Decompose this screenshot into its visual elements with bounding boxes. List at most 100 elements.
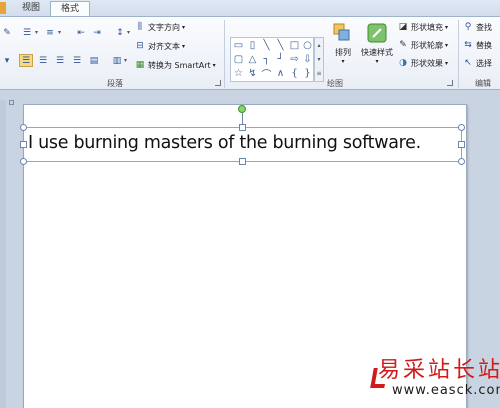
text-direction-label: 文字方向 [148,23,180,32]
align-text-icon: ⊟ [136,41,144,51]
shape-effects-button[interactable]: ◑ 形状效果 ▾ [397,57,448,70]
drawing-group-label: 绘图 [327,79,343,88]
select-label: 选择 [476,59,492,68]
align-text-label: 对齐文本 [148,42,180,51]
shape-outline-button[interactable]: ✎ 形状轮廓 ▾ [397,39,448,52]
watermark-brand: 易采站长站 [378,358,500,383]
convert-smartart-label: 转换为 SmartArt [148,61,211,70]
resize-handle-left[interactable] [20,141,27,148]
align-right-button[interactable]: ☰ [53,54,67,67]
shape-effects-icon: ◑ [399,58,407,68]
arrange-dropdown-icon: ▾ [341,58,345,65]
find-label: 查找 [476,23,492,32]
binoculars-icon: ⚲ [464,22,472,32]
quick-styles-button[interactable]: 快速样式 ▾ [359,23,395,65]
selected-textbox[interactable]: I use burning masters of the burning sof… [23,127,462,162]
numbering-button[interactable]: ≡ [43,26,57,39]
editing-group-label: 编辑 [475,79,491,88]
resize-handle-top-right[interactable] [458,124,465,131]
rounded-rectangle-shape-icon[interactable]: ▢ [232,53,245,66]
align-center-button[interactable]: ☰ [36,54,50,67]
resize-handle-right[interactable] [458,141,465,148]
vertical-textbox-shape-icon[interactable]: ▯ [246,39,259,52]
paragraph-left-edge-icon[interactable]: ▾ [0,54,14,67]
slide-panel-edge[interactable] [0,100,6,408]
shape-fill-dropdown-icon: ▾ [445,24,449,31]
line-shape-icon[interactable]: ╲ [260,39,273,52]
cursor-icon: ↖ [464,58,472,68]
shapes-gallery: ▭ ▯ ╲ ╲ □ ○ ▢ △ ┐ ┘ ⇨ ⇩ ☆ ↯ ⌒ ∧ { } [230,37,314,82]
text-direction-button[interactable]: ⫼ 文字方向 ▾ [134,21,185,34]
paragraph-group-label: 段落 [107,79,123,88]
oval-shape-icon[interactable]: ○ [301,39,314,52]
replace-button[interactable]: ⇆ 替换 [462,39,492,52]
pen-outline-icon: ✎ [399,40,407,50]
resize-handle-bottom-left[interactable] [20,158,27,165]
convert-smartart-dropdown-icon: ▾ [212,62,216,69]
bullets-dropdown-icon[interactable]: ▾ [35,29,38,36]
curve-shape-icon[interactable]: ⌒ [260,67,273,81]
convert-smartart-button[interactable]: ▦ 转换为 SmartArt ▾ [134,59,216,72]
arrange-icon [333,23,350,41]
arrow-line-shape-icon[interactable]: ╲ [274,39,287,52]
shapes-gallery-scroll[interactable]: ▴ ▾ ≡ [314,37,324,82]
find-button[interactable]: ⚲ 查找 [462,21,492,34]
panel-toggle-icon[interactable] [9,100,14,105]
text-direction-icon: ⫼ [137,22,143,32]
resize-handle-bottom-right[interactable] [458,158,465,165]
smartart-icon: ▦ [135,60,145,70]
down-arrow-shape-icon[interactable]: ⇩ [301,53,314,66]
textbox-shape-icon[interactable]: ▭ [232,39,245,52]
rotate-handle[interactable] [238,105,246,113]
chevron-up-icon[interactable]: ▴ [317,42,320,49]
tab-view[interactable]: 视图 [14,1,48,16]
resize-handle-bottom[interactable] [239,158,246,165]
ribbon-tab-bar: 视图 格式 [0,0,500,16]
line-spacing-button[interactable]: ↕ [113,26,127,39]
bullet-style-icon[interactable]: ✎ [0,26,14,39]
freeform-shape-icon[interactable]: ∧ [274,67,287,80]
align-text-dropdown-icon: ▾ [182,43,186,50]
lightning-shape-icon[interactable]: ↯ [246,67,259,80]
watermark-url: www.easck.com [392,383,500,398]
star-shape-icon[interactable]: ☆ [232,67,245,80]
align-left-button[interactable]: ☰ [19,54,33,67]
textbox-content[interactable]: I use burning masters of the burning sof… [28,133,421,153]
distributed-button[interactable]: ▤ [87,54,101,67]
gallery-expand-icon[interactable]: ≡ [316,70,321,77]
justify-button[interactable]: ☰ [70,54,84,67]
line-spacing-dropdown-icon[interactable]: ▾ [127,29,130,36]
chevron-down-icon[interactable]: ▾ [317,56,320,63]
increase-indent-button[interactable]: ⇥ [90,26,104,39]
tab-format[interactable]: 格式 [50,1,90,16]
columns-dropdown-icon[interactable]: ▾ [124,57,127,64]
columns-button[interactable]: ▥ [110,54,124,67]
select-button[interactable]: ↖ 选择 [462,57,492,70]
resize-handle-top-left[interactable] [20,124,27,131]
resize-handle-top[interactable] [239,124,246,131]
align-text-button[interactable]: ⊟ 对齐文本 ▾ [134,40,185,53]
arrange-label: 排列 [335,48,351,57]
drawing-launcher-icon[interactable] [447,80,453,86]
right-arrow-shape-icon[interactable]: ⇨ [288,53,301,66]
triangle-shape-icon[interactable]: △ [246,53,259,66]
paragraph-launcher-icon[interactable] [215,80,221,86]
decrease-indent-button[interactable]: ⇤ [74,26,88,39]
tab-edge-accent [0,2,6,14]
shape-effects-label: 形状效果 [411,59,443,68]
elbow-connector-shape-icon[interactable]: ┐ [260,53,273,66]
replace-label: 替换 [476,41,492,50]
group-separator [458,20,459,88]
text-direction-dropdown-icon: ▾ [182,24,186,31]
quick-styles-label: 快速样式 [361,48,393,57]
ribbon: ✎ ☰ ▾ ≡ ▾ ⇤ ⇥ ↕ ▾ ⫼ 文字方向 ▾ ⊟ 对齐文本 ▾ ▦ 转换… [0,16,500,90]
shape-outline-label: 形状轮廓 [411,41,443,50]
quick-styles-icon [367,23,387,43]
arrange-button[interactable]: 排列 ▾ [331,23,355,65]
numbering-dropdown-icon[interactable]: ▾ [58,29,61,36]
shape-effects-dropdown-icon: ▾ [445,60,449,67]
rectangle-shape-icon[interactable]: □ [288,39,301,52]
elbow-arrow-shape-icon[interactable]: ┘ [274,53,287,66]
bullets-button[interactable]: ☰ [20,26,34,39]
shape-fill-button[interactable]: ◪ 形状填充 ▾ [397,21,448,34]
